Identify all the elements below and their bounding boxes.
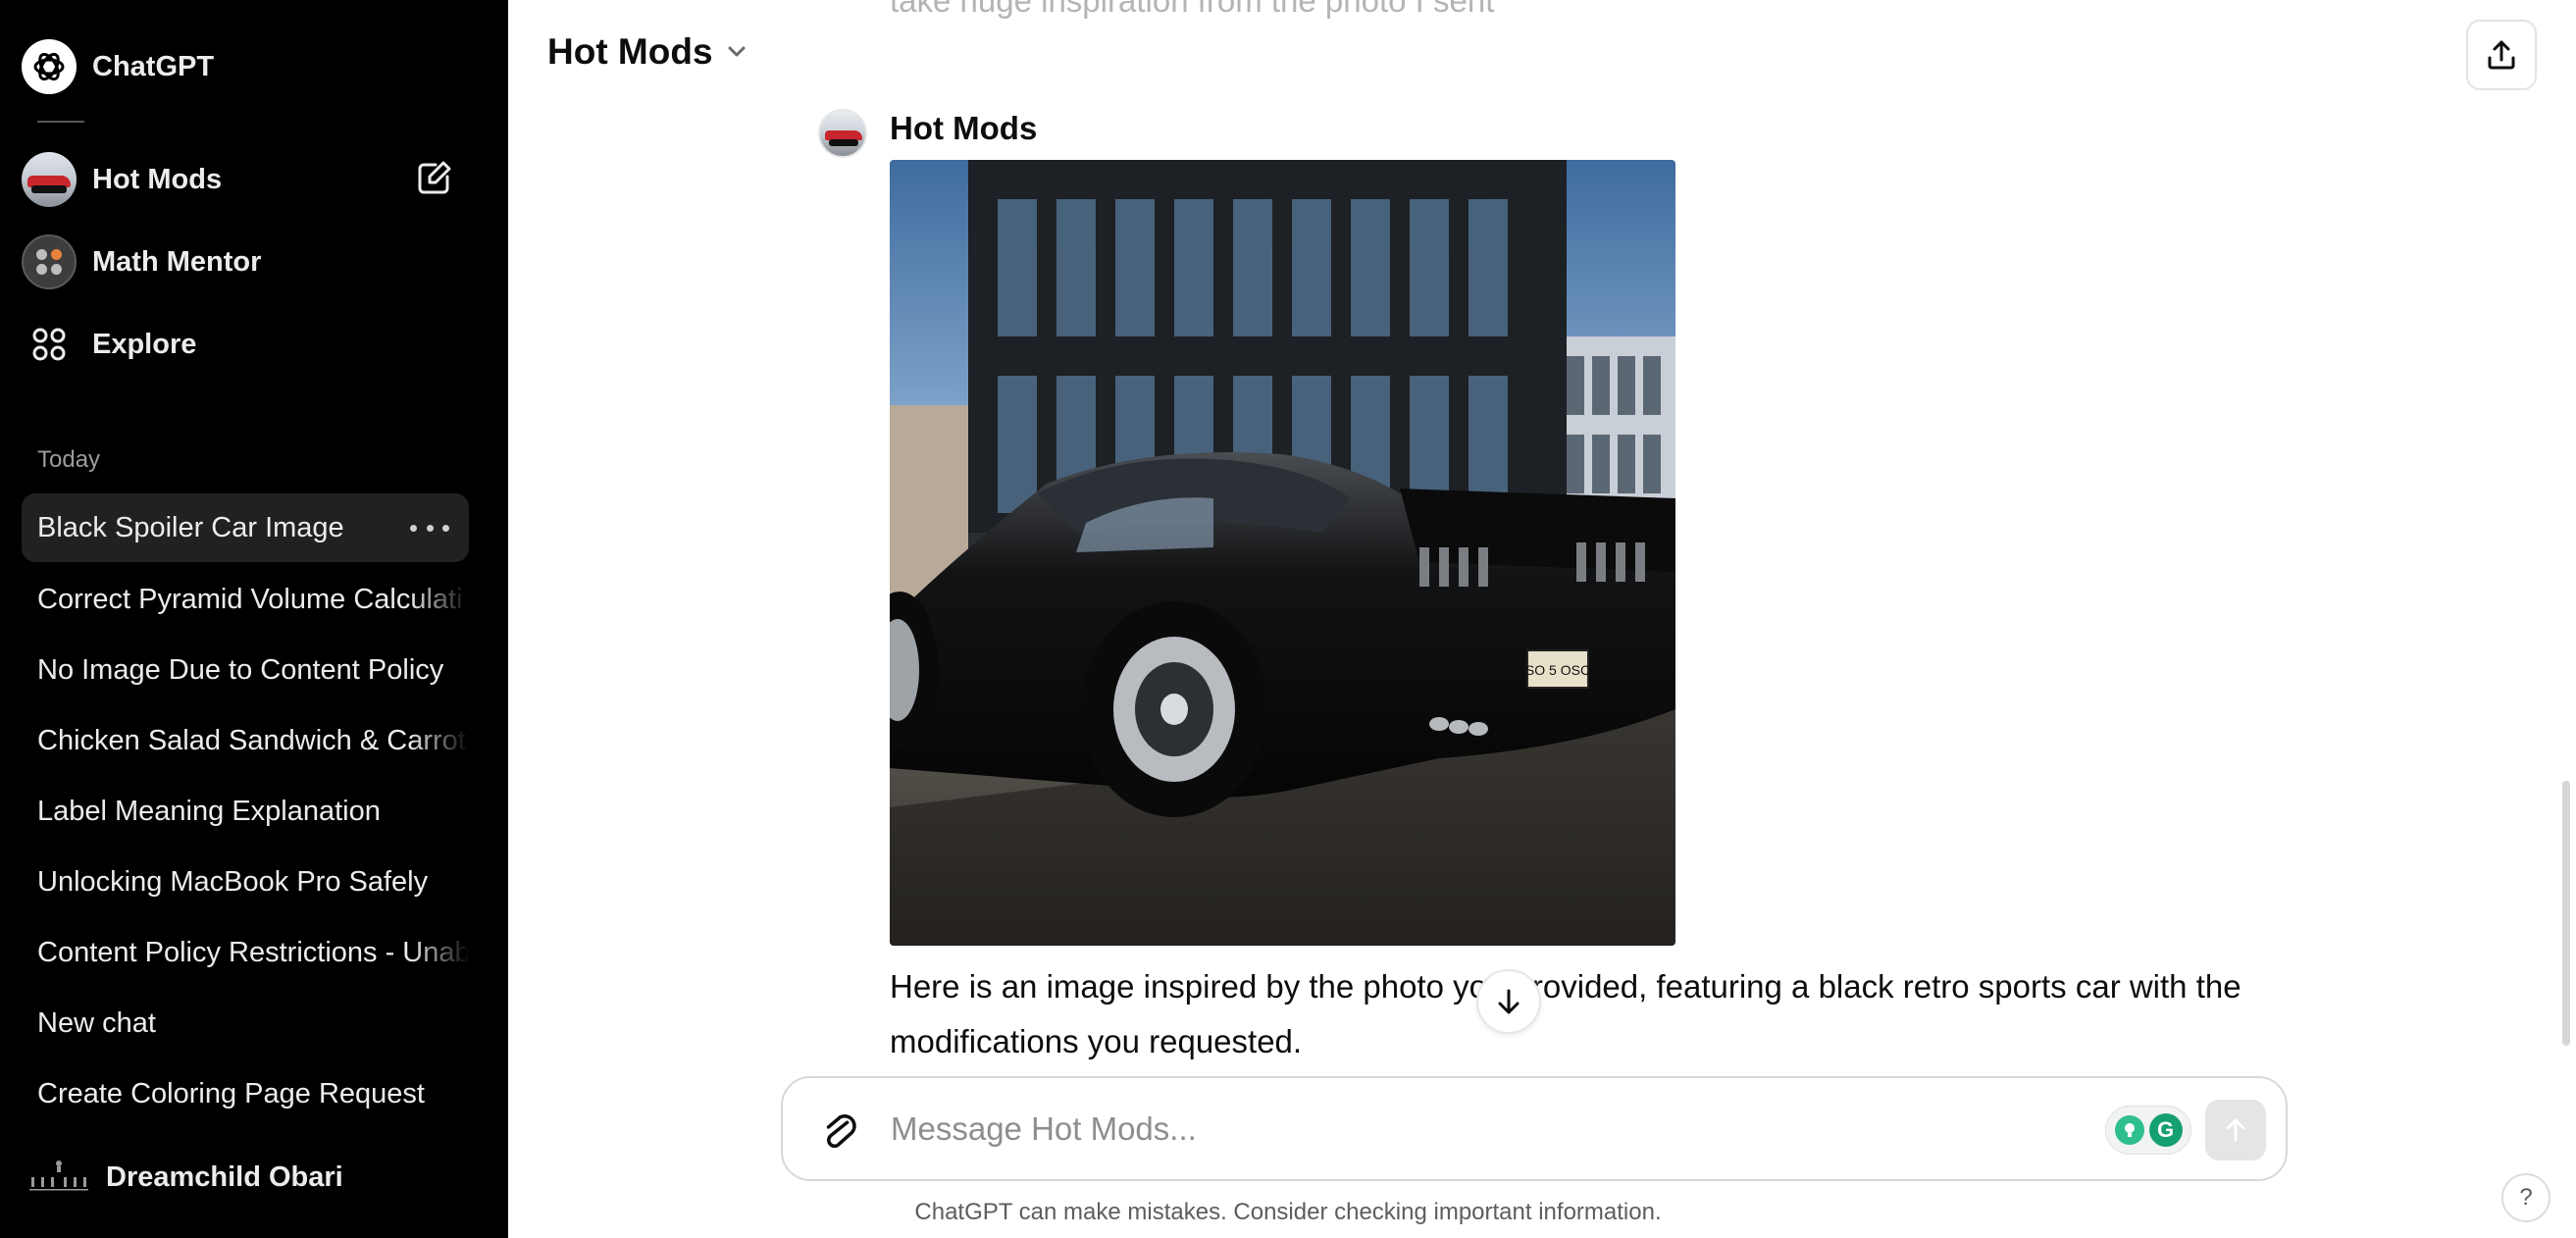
sidebar-gpt-hot-mods[interactable]: Hot Mods [22,150,316,209]
sidebar-chat-item[interactable]: Label Meaning Explanation [22,777,469,846]
sidebar-chat-item[interactable]: Create Coloring Page Request [22,1059,469,1128]
chat-title: Unlocking MacBook Pro Safely [37,865,429,898]
sidebar-explore[interactable]: Explore [22,315,487,374]
car-avatar-icon [22,152,77,207]
sidebar-chat-item[interactable]: Correct Pyramid Volume Calculati [22,565,469,634]
user-name: Dreamchild Obari [106,1161,343,1193]
sidebar-section-today: Today [37,446,101,473]
sidebar-chat-item[interactable]: No Image Due to Content Policy [22,636,469,704]
app-name: ChatGPT [92,50,215,82]
help-button[interactable]: ? [2501,1173,2550,1222]
sidebar-gpt-label: Math Mentor [92,245,262,278]
more-options-icon[interactable] [410,511,449,544]
message-author: Hot Mods [890,110,1038,146]
send-button[interactable] [2205,1100,2266,1161]
sidebar-explore-label: Explore [92,328,197,360]
sidebar-chat-item[interactable]: Content Policy Restrictions - Unab [22,918,469,987]
sidebar-chat-item-active[interactable]: Black Spoiler Car Image [22,493,469,562]
share-icon [2488,40,2515,70]
sidebar-gpt-math-mentor[interactable]: Math Mentor [22,232,487,291]
message-input[interactable] [891,1104,2068,1155]
previous-message-text: take huge inspiration from the photo I s… [890,0,1495,19]
openai-logo-icon [22,39,77,94]
chat-title: Chicken Salad Sandwich & Carrot [37,724,466,756]
grammarly-icon[interactable]: G [2148,1113,2183,1147]
arrow-down-icon [1498,989,1520,1014]
assistant-response-text: Here is an image inspired by the photo y… [890,968,2241,1059]
math-mentor-avatar-icon [22,234,77,289]
browser-extension-pill[interactable]: G [2105,1106,2191,1155]
sidebar-chat-item[interactable]: New chat [22,989,469,1057]
message-composer: G [781,1076,2288,1181]
chat-title: Label Meaning Explanation [37,795,381,827]
new-chat-edit-icon[interactable] [414,159,453,198]
generated-car-image[interactable]: SO 5 OSC [890,160,1675,946]
scroll-to-bottom-button[interactable] [1476,969,1541,1034]
sidebar-chat-item[interactable]: Unlocking MacBook Pro Safely [22,848,469,916]
sidebar-app-header[interactable]: ChatGPT [22,39,487,94]
chevron-down-icon [728,46,746,57]
license-plate-text: SO 5 OSC [1525,662,1590,678]
explore-grid-icon [22,317,77,372]
sidebar: ChatGPT Hot Mods Math Mentor Explore Tod… [0,0,508,1238]
arrow-up-icon [2226,1118,2245,1142]
app-root: ChatGPT Hot Mods Math Mentor Explore Tod… [0,0,2576,1238]
sidebar-gpt-label: Hot Mods [92,163,223,195]
disclaimer-text: ChatGPT can make mistakes. Consider chec… [914,1199,1662,1225]
assistant-avatar-icon [818,109,867,158]
page-title: Hot Mods [547,31,713,72]
chat-title: Create Coloring Page Request [37,1077,425,1109]
chat-title: New chat [37,1006,156,1039]
sidebar-chat-item[interactable]: Chicken Salad Sandwich & Carrot [22,706,469,775]
car-image-illustration: SO 5 OSC [890,160,1675,946]
bulb-icon[interactable] [2114,1115,2144,1145]
share-button[interactable] [2466,20,2537,90]
chat-title: No Image Due to Content Policy [37,653,444,686]
sidebar-divider [37,121,84,123]
gpt-model-selector[interactable]: Hot Mods [547,31,747,73]
chat-title: Correct Pyramid Volume Calculati [37,583,463,615]
chat-title: Black Spoiler Car Image [37,511,344,543]
chat-title: Content Policy Restrictions - Unab [37,936,469,968]
main-scrollbar[interactable] [2562,781,2570,1046]
attach-paperclip-icon[interactable] [818,1108,861,1155]
